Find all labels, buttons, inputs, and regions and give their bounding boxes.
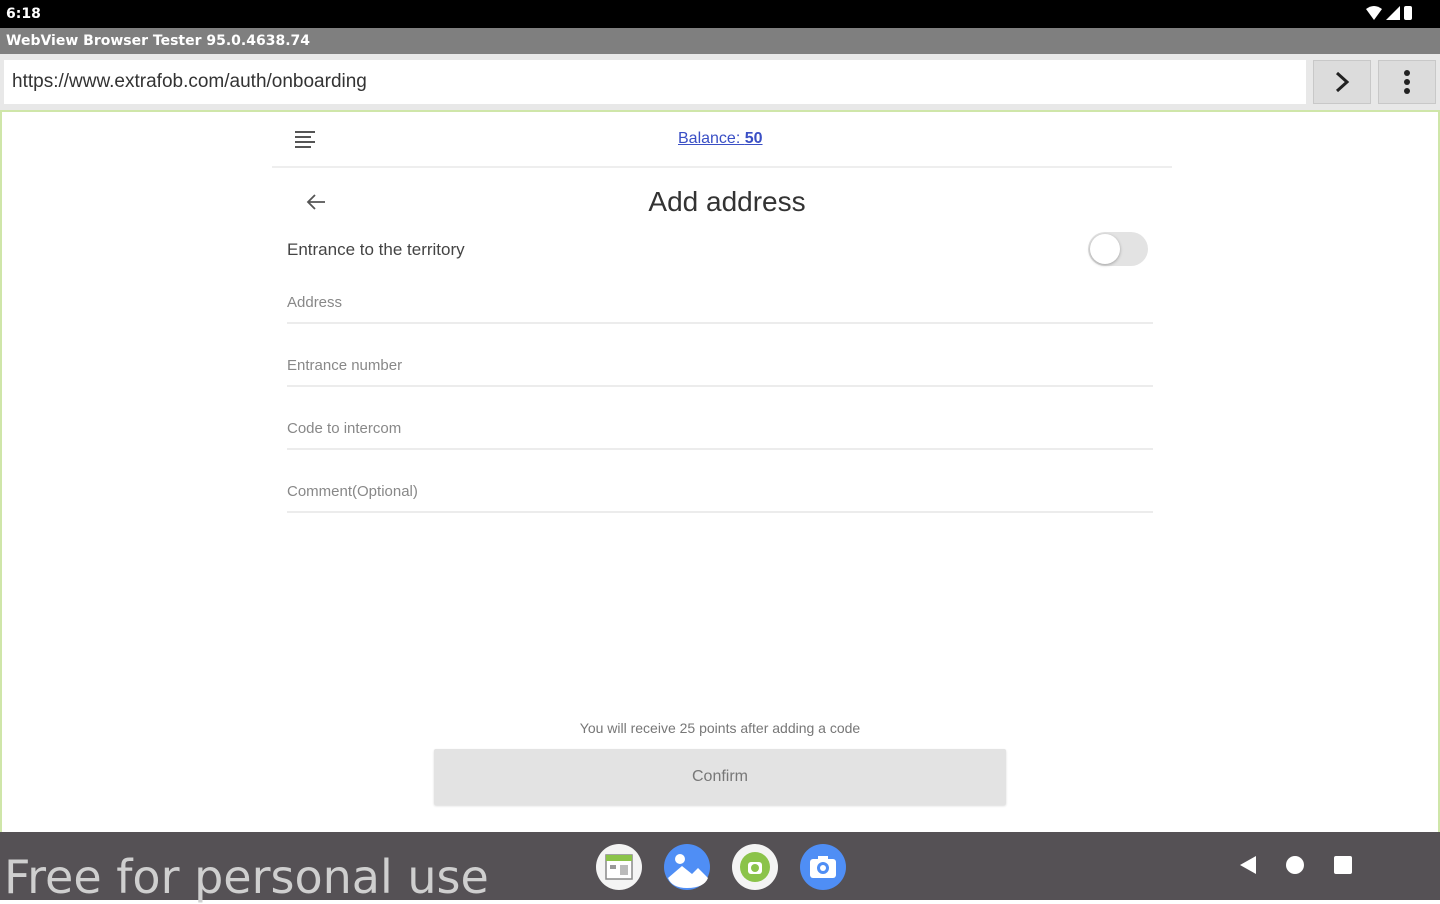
balance-label: Balance:: [678, 130, 745, 147]
wifi-icon: [1366, 6, 1382, 20]
balance-link[interactable]: Balance: 50: [678, 130, 763, 148]
comment-field-wrap: [287, 465, 1153, 513]
calculator-app-icon[interactable]: [596, 844, 642, 890]
intercom-code-input[interactable]: [287, 402, 1153, 448]
page-head: Add address: [272, 174, 1172, 232]
chevron-right-icon: [1335, 71, 1350, 93]
toggle-knob: [1090, 234, 1120, 264]
confirm-button[interactable]: Confirm: [434, 749, 1006, 805]
status-icons: [1366, 6, 1412, 20]
entrance-number-input[interactable]: [287, 339, 1153, 385]
gallery-app-icon[interactable]: [664, 844, 710, 890]
url-input[interactable]: [4, 60, 1306, 104]
page-title: Add address: [648, 186, 806, 217]
hamburger-menu-icon[interactable]: [294, 129, 316, 151]
site-header: Balance: 50: [272, 112, 1172, 168]
nav-home-icon[interactable]: [1286, 856, 1304, 874]
battery-icon: [1404, 6, 1412, 20]
gallery-glyph-icon: [668, 854, 708, 888]
balance-value: 50: [744, 130, 763, 147]
status-bar: 6:18: [0, 0, 1440, 28]
watermark: Free for personal use: [4, 850, 489, 904]
status-time: 6:18: [6, 6, 41, 22]
app-title-bar: WebView Browser Tester 95.0.4638.74: [0, 28, 1440, 54]
camera-glyph-icon: [810, 856, 836, 878]
app-dock: [596, 844, 846, 890]
app-title: WebView Browser Tester 95.0.4638.74: [6, 33, 310, 49]
url-row: [0, 54, 1440, 110]
nav-controls: [1240, 856, 1352, 874]
android-glyph-icon: [740, 852, 770, 882]
territory-toggle[interactable]: [1088, 232, 1148, 266]
intercom-code-field-wrap: [287, 402, 1153, 450]
comment-input[interactable]: [287, 465, 1153, 511]
calculator-glyph-icon: [605, 854, 633, 880]
signal-icon: [1386, 6, 1400, 20]
camera-app-icon[interactable]: [800, 844, 846, 890]
go-button[interactable]: [1313, 60, 1371, 104]
system-nav-bar: Free for personal use: [0, 832, 1440, 904]
overflow-menu-button[interactable]: [1378, 60, 1436, 104]
territory-toggle-row: Entrance to the territory: [287, 230, 1152, 270]
address-input[interactable]: [287, 276, 1153, 322]
android-app-icon[interactable]: [732, 844, 778, 890]
entrance-number-field-wrap: [287, 339, 1153, 387]
nav-recents-icon[interactable]: [1334, 856, 1352, 874]
territory-toggle-label: Entrance to the territory: [287, 240, 465, 259]
address-field-wrap: [287, 276, 1153, 324]
nav-back-icon[interactable]: [1240, 856, 1256, 874]
points-hint: You will receive 25 points after adding …: [579, 720, 861, 736]
more-vert-icon: [1404, 70, 1410, 94]
